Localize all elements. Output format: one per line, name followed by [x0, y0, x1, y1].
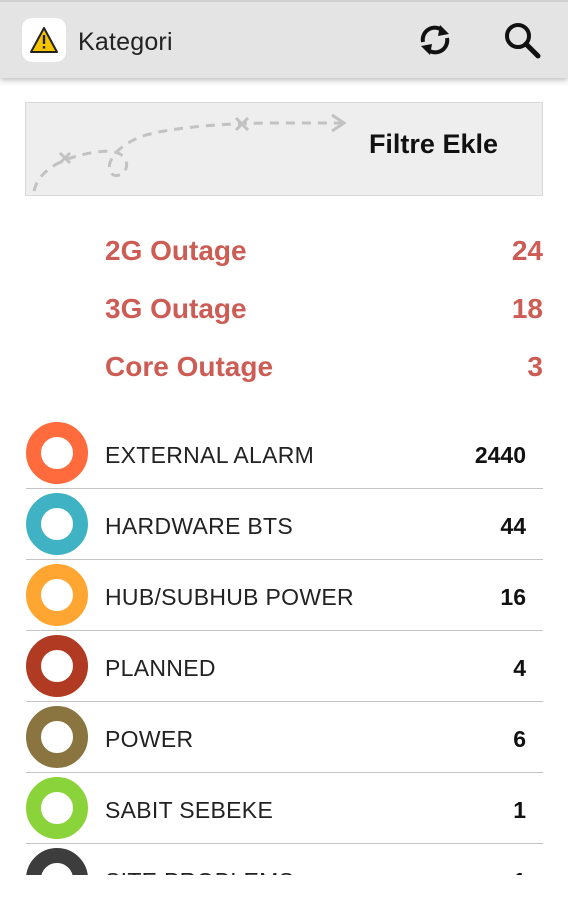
add-filter-label: Filtre Ekle — [368, 129, 498, 159]
ring-icon — [26, 706, 88, 768]
category-count: 1 — [513, 797, 526, 823]
ring-icon — [26, 422, 88, 484]
category-count: 6 — [513, 726, 526, 752]
list-item-planned[interactable]: PLANNED 4 — [0, 631, 568, 702]
outage-label: 3G Outage — [105, 293, 247, 324]
category-label: POWER — [105, 726, 194, 752]
search-icon — [505, 23, 541, 59]
category-label: SABIT SEBEKE — [105, 797, 274, 823]
outage-count: 3 — [527, 351, 543, 382]
outage-label: 2G Outage — [105, 235, 247, 266]
ring-icon — [26, 635, 88, 697]
category-label: EXTERNAL ALARM — [105, 442, 315, 468]
search-button[interactable] — [498, 16, 546, 64]
outage-row-3g[interactable]: 3G Outage 18 — [105, 289, 543, 329]
ring-icon — [26, 777, 88, 839]
category-count: 2440 — [474, 442, 526, 468]
list-item-hub-subhub-power[interactable]: HUB/SUBHUB POWER 16 — [0, 560, 568, 631]
outage-count: 24 — [511, 235, 543, 266]
category-count: 44 — [500, 513, 526, 539]
ring-icon — [26, 564, 88, 626]
list-item-sabit-sebeke[interactable]: SABIT SEBEKE 1 — [0, 773, 568, 844]
category-count: 4 — [513, 655, 526, 681]
outage-label: Core Outage — [105, 351, 274, 382]
warning-triangle-icon — [22, 18, 66, 62]
category-label: PLANNED — [105, 655, 216, 681]
outage-row-2g[interactable]: 2G Outage 24 — [105, 231, 543, 271]
page-title: Kategori — [78, 28, 173, 56]
ring-icon — [26, 493, 88, 555]
list-item-external-alarm[interactable]: EXTERNAL ALARM 2440 — [0, 418, 568, 489]
app-screen: Kategori Filtre Ekle 2G Outage 24 3G Out… — [0, 0, 568, 900]
map-path-icon — [32, 113, 347, 192]
category-list: EXTERNAL ALARM 2440 HARDWARE BTS 44 HUB/… — [0, 418, 568, 900]
list-item-hardware-bts[interactable]: HARDWARE BTS 44 — [0, 489, 568, 560]
add-filter-button[interactable]: Filtre Ekle — [25, 102, 543, 196]
category-count: 16 — [500, 584, 526, 610]
outage-count: 18 — [511, 293, 543, 324]
app-bar: Kategori — [0, 0, 568, 78]
screen-bottom-edge — [0, 875, 568, 900]
category-label: HUB/SUBHUB POWER — [105, 584, 354, 610]
refresh-button[interactable] — [411, 16, 459, 64]
list-item-power[interactable]: POWER 6 — [0, 702, 568, 773]
outage-row-core[interactable]: Core Outage 3 — [105, 347, 543, 387]
category-label: HARDWARE BTS — [105, 513, 294, 539]
refresh-icon — [420, 25, 450, 55]
